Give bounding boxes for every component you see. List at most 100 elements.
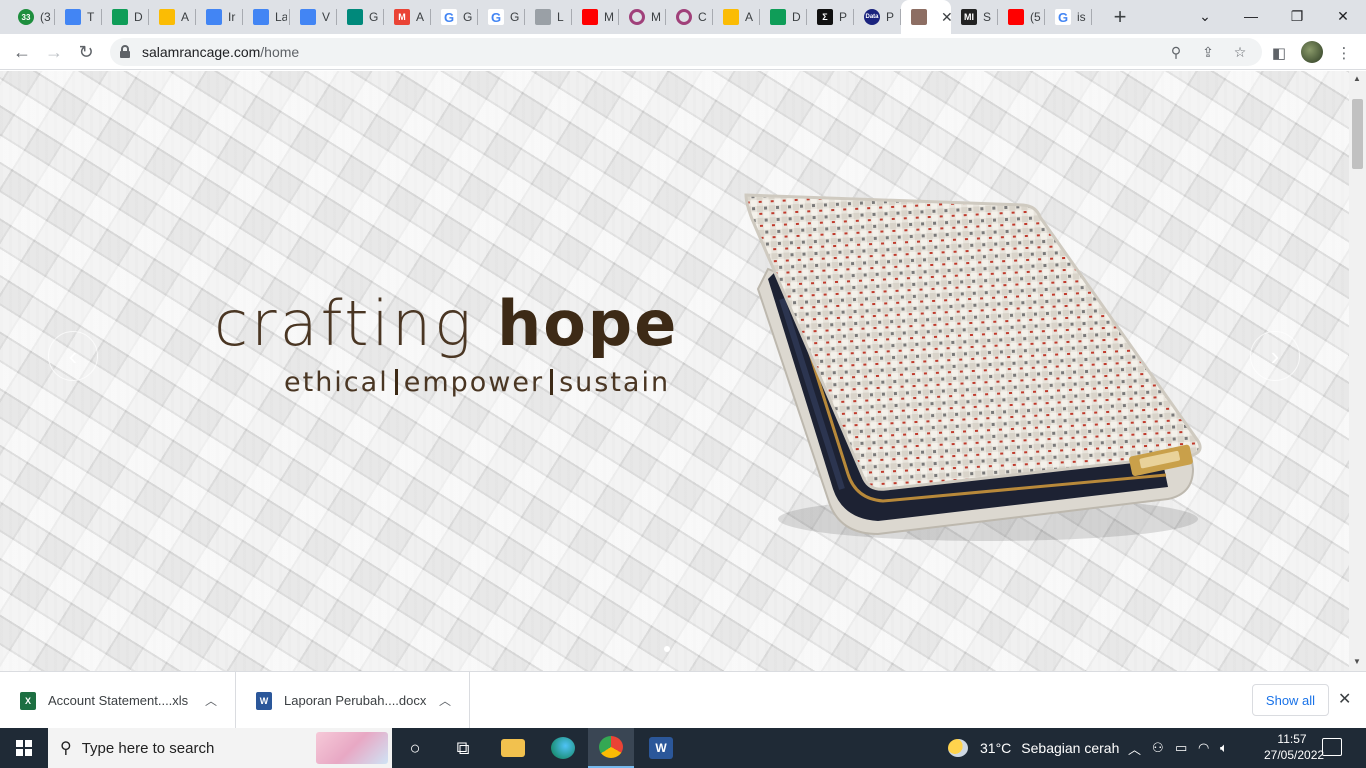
mi-favicon-icon: MI [961,9,977,25]
tray-overflow-chevron-icon[interactable]: ︿ [1128,728,1141,768]
woven-wallet-image [744,193,1202,541]
logo-favicon-icon [535,9,551,25]
show-all-button[interactable]: Show all [1252,684,1329,716]
url-text[interactable]: salamrancage.com/home [142,44,299,60]
tagline-divider [394,369,398,395]
address-bar[interactable]: salamrancage.com/home ⚲ ⇪ ☆ [110,38,1262,66]
share-icon[interactable]: ⇪ [1198,42,1218,62]
weather-widget[interactable]: 31°C Sebagian cerah [948,728,1119,768]
close-window-button[interactable]: ✕ [1320,4,1366,28]
search-highlight-illustration[interactable] [316,732,388,764]
reload-icon[interactable]: ↻ [74,40,98,64]
tab-title: A [745,10,754,24]
tab[interactable]: Ir [196,4,243,30]
word-shape: W [649,737,673,759]
tab[interactable]: D [760,4,807,30]
url-path: /home [260,44,300,60]
restore-button[interactable]: ❐ [1274,4,1320,28]
download-item-docx[interactable]: W Laporan Perubah....docx ︿ [236,672,470,729]
hero-carousel: crafting hope ethical empower sustain ‹ › [0,71,1349,671]
tab[interactable]: Data P [854,4,901,30]
tab[interactable]: GG [478,4,525,30]
ring-favicon-icon [676,9,692,25]
tab-title: G [463,10,473,24]
tab[interactable]: MI S [951,4,998,30]
site-favicon-icon [911,9,927,25]
scroll-down-arrow-icon[interactable]: ▼ [1353,657,1361,666]
tab[interactable]: V [290,4,337,30]
battery-icon[interactable]: ▭ [1175,728,1187,768]
tab-active[interactable]: ✕ [901,0,951,34]
side-panel-icon[interactable]: ◧ [1268,42,1290,64]
download-item-xls[interactable]: X Account Statement....xls ︿ [0,672,236,729]
tab[interactable]: Gis [1045,4,1092,30]
tab[interactable]: MA [384,4,431,30]
weather-desc: Sebagian cerah [1021,740,1120,756]
carousel-indicator-dot[interactable] [664,646,670,652]
tab-separator [1091,9,1092,25]
tab[interactable]: A [713,4,760,30]
new-tab-button[interactable]: + [1108,4,1132,29]
back-arrow-icon[interactable]: ← [10,40,34,64]
tagline-empower: empower [403,367,545,398]
tab-title: M [651,10,661,24]
carousel-next-button[interactable]: › [1250,331,1300,381]
taskbar-clock[interactable]: 11:57 27/05/2022 [1264,731,1324,763]
tab-search-chevron-icon[interactable]: ⌄ [1182,4,1228,28]
search-icon: ⚲ [60,740,72,757]
tab[interactable]: M [572,4,619,30]
file-explorer-icon[interactable] [490,728,536,768]
edge-icon[interactable] [540,728,586,768]
profile-avatar[interactable] [1301,41,1323,63]
scroll-up-arrow-icon[interactable]: ▲ [1353,74,1361,83]
task-view-icon[interactable]: ⧉ [440,728,486,768]
menu-kebab-icon[interactable]: ⋮ [1333,42,1355,64]
tab[interactable]: GG [431,4,478,30]
forward-arrow-icon[interactable]: → [42,40,66,64]
tab[interactable]: ΣP [807,4,854,30]
start-button[interactable] [0,728,48,768]
volume-icon[interactable]: 🔈︎ [1220,728,1228,768]
zoom-icon[interactable]: ⚲ [1166,42,1186,62]
minimize-button[interactable]: — [1228,4,1274,28]
chevron-up-icon[interactable]: ︿ [439,692,451,709]
tab[interactable]: (5 [998,4,1045,30]
youtube-favicon-icon [582,9,598,25]
bookmark-star-icon[interactable]: ☆ [1230,42,1250,62]
tab[interactable]: La [243,4,290,30]
chevron-up-icon[interactable]: ︿ [205,692,217,709]
google-favicon-icon: G [1055,9,1071,25]
scroll-thumb[interactable] [1352,99,1363,169]
cortana-icon[interactable]: ○ [392,728,438,768]
tab-title: V [322,10,331,24]
tab-title: (3 [40,10,51,24]
wifi-icon[interactable]: ◠ [1198,728,1209,768]
close-icon[interactable]: ✕ [1338,689,1351,709]
people-icon[interactable]: ⚇ [1152,728,1164,768]
headline-light: crafting [214,287,475,360]
tab[interactable]: G [337,4,384,30]
page-scrollbar[interactable]: ▲ ▼ [1349,71,1366,671]
tab-close-icon[interactable]: ✕ [941,9,951,26]
clock-time: 11:57 [1277,732,1307,746]
tab[interactable]: D [102,4,149,30]
tab[interactable]: T [55,4,102,30]
tab[interactable]: 33 (3 [8,4,55,30]
tab-title: Ir [228,10,236,24]
chrome-icon[interactable] [588,728,634,768]
docs-favicon-icon [65,9,81,25]
hero-headline: crafting hope [214,293,678,355]
word-icon[interactable]: W [638,728,684,768]
tab[interactable]: A [149,4,196,30]
notification-center-icon[interactable] [1322,738,1342,756]
tab[interactable]: L [525,4,572,30]
sheets-favicon-icon [770,9,786,25]
carousel-prev-button[interactable]: ‹ [48,331,98,381]
hero-tagline: ethical empower sustain [284,367,670,398]
tab[interactable]: C [666,4,713,30]
tab-title: P [839,10,848,24]
taskbar-search[interactable]: ⚲ Type here to search [48,728,392,768]
tab[interactable]: M [619,4,666,30]
lock-icon[interactable] [120,45,130,58]
chrome-shape [599,736,623,758]
